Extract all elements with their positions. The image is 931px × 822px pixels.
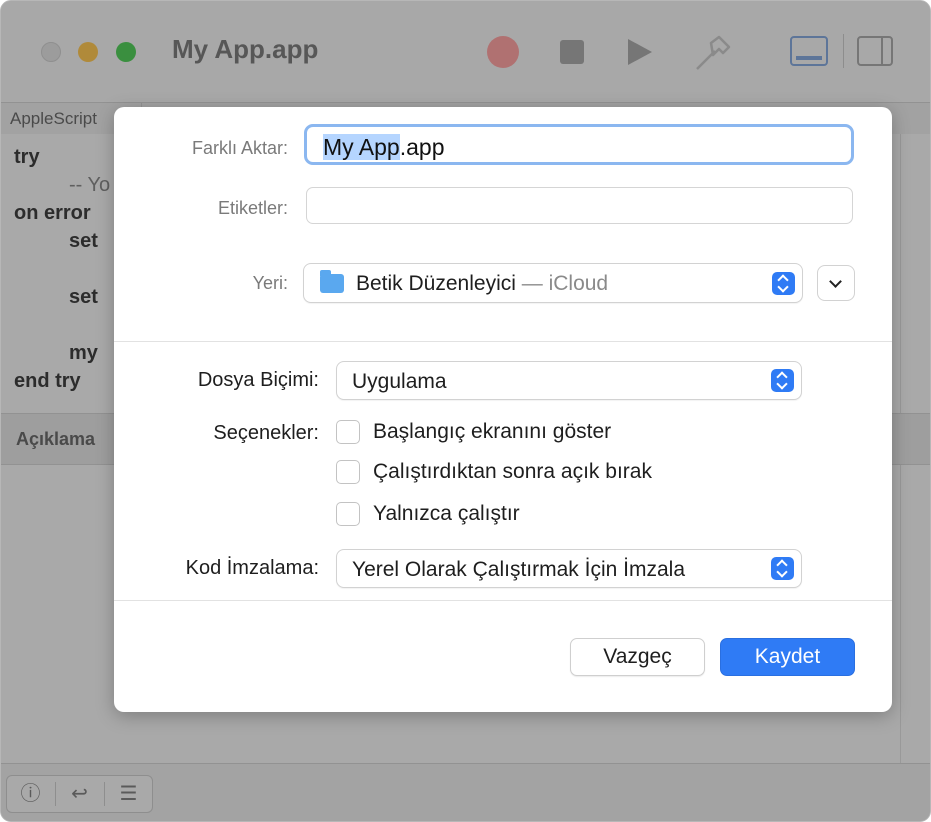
toolbar-divider xyxy=(843,34,844,68)
folder-icon xyxy=(320,270,344,293)
code-line: end try xyxy=(14,370,81,392)
code-signing-value: Yerel Olarak Çalıştırmak İçin İmzala xyxy=(352,558,685,581)
title-bar: My App.app xyxy=(1,1,930,101)
section-divider xyxy=(114,600,892,601)
return-icon[interactable]: ↩ xyxy=(56,776,103,812)
bottom-bar: ⓘ ↩ ☰ xyxy=(1,763,930,821)
code-signing-label: Kod İmzalama: xyxy=(185,557,319,579)
show-log-panel-icon[interactable] xyxy=(790,36,828,66)
description-tab[interactable]: Açıklama xyxy=(16,429,95,450)
zoom-window-button[interactable] xyxy=(116,42,136,62)
language-selector[interactable]: AppleScript xyxy=(10,109,97,129)
save-as-label: Farklı Aktar: xyxy=(191,138,288,158)
checkbox-label: Başlangıç ekranını göster xyxy=(373,420,612,443)
export-sheet: Farklı Aktar: My App.app Etiketler: Yeri… xyxy=(114,107,892,712)
checkbox[interactable] xyxy=(336,460,360,484)
code-line: set xyxy=(69,286,98,308)
info-icon[interactable]: ⓘ xyxy=(7,776,54,812)
close-window-button[interactable] xyxy=(41,42,61,62)
where-label: Yeri: xyxy=(252,273,288,293)
save-button[interactable]: Kaydet xyxy=(720,638,855,676)
where-folder-name: Betik Düzenleyici xyxy=(356,272,516,295)
section-divider xyxy=(114,341,892,342)
checkbox-label: Çalıştırdıktan sonra açık bırak xyxy=(373,460,652,483)
checkbox[interactable] xyxy=(336,502,360,526)
tags-input[interactable] xyxy=(306,187,853,224)
code-line: set xyxy=(69,230,98,252)
save-as-selected-text: My App xyxy=(323,134,400,160)
checkbox-label: Yalnızca çalıştır xyxy=(373,502,520,525)
stop-icon[interactable] xyxy=(560,40,584,64)
options-label: Seçenekler: xyxy=(213,422,319,444)
code-line: my xyxy=(69,342,98,364)
file-format-label: Dosya Biçimi: xyxy=(197,369,319,391)
view-toggle-group: ⓘ ↩ ☰ xyxy=(6,775,153,813)
popup-stepper-icon xyxy=(771,369,794,392)
minimize-window-button[interactable] xyxy=(78,42,98,62)
expand-chevron-button[interactable] xyxy=(817,265,855,301)
file-format-value: Uygulama xyxy=(352,370,447,393)
record-icon[interactable] xyxy=(487,36,519,68)
run-icon[interactable] xyxy=(628,39,652,65)
code-line: on error xyxy=(14,202,91,224)
save-as-input[interactable]: My App.app xyxy=(304,124,854,165)
show-sidebar-panel-icon[interactable] xyxy=(857,36,893,66)
file-format-popup[interactable]: Uygulama xyxy=(336,361,802,400)
code-line: -- Yo xyxy=(69,174,111,196)
where-popup[interactable]: Betik Düzenleyici — iCloud xyxy=(303,263,803,303)
where-location: — iCloud xyxy=(515,272,609,295)
save-as-extension: .app xyxy=(399,134,445,160)
code-signing-popup[interactable]: Yerel Olarak Çalıştırmak İçin İmzala xyxy=(336,549,802,588)
window-title: My App.app xyxy=(172,34,319,64)
tags-label: Etiketler: xyxy=(217,198,288,218)
checkbox[interactable] xyxy=(336,420,360,444)
popup-stepper-icon xyxy=(772,272,795,295)
cancel-button[interactable]: Vazgeç xyxy=(570,638,705,676)
list-icon[interactable]: ☰ xyxy=(105,776,152,812)
compile-hammer-icon[interactable] xyxy=(691,31,735,75)
popup-stepper-icon xyxy=(771,557,794,580)
code-line: try xyxy=(14,146,40,168)
